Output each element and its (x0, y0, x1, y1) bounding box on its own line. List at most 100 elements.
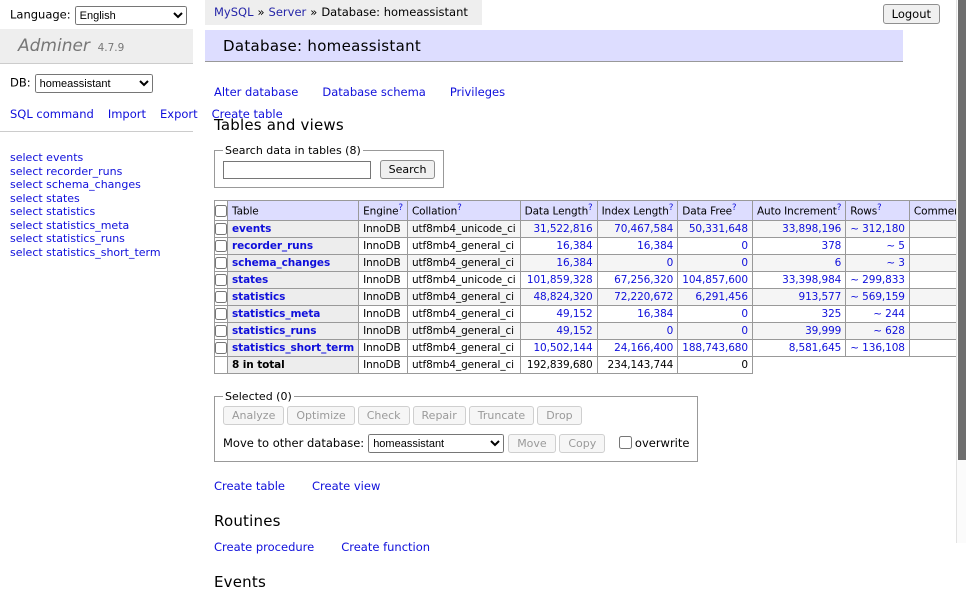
language-select[interactable]: English (75, 6, 187, 25)
index-length-link[interactable]: 72,220,672 (614, 291, 673, 303)
overwrite-checkbox[interactable] (619, 436, 632, 449)
database-action-link[interactable]: Privileges (450, 85, 505, 99)
index-length-link[interactable]: 67,256,320 (614, 274, 673, 286)
table-name-link[interactable]: states (232, 274, 268, 286)
index-length-link[interactable]: 70,467,584 (614, 223, 673, 235)
rows-count-link[interactable]: ~ 569,159 (850, 291, 905, 303)
rows-count-link[interactable]: ~ 312,180 (850, 223, 905, 235)
index-length-link[interactable]: 0 (667, 325, 674, 337)
selected-action-button[interactable]: Optimize (287, 406, 354, 425)
rows-count-link[interactable]: ~ 5 (886, 240, 905, 252)
row-checkbox[interactable] (215, 291, 227, 303)
database-action-link[interactable]: Database schema (322, 85, 425, 99)
row-checkbox[interactable] (215, 257, 227, 269)
search-button[interactable]: Search (380, 160, 436, 179)
selected-action-button[interactable]: Repair (413, 406, 466, 425)
rows-count-link[interactable]: ~ 3 (886, 257, 905, 269)
data-free-link[interactable]: 6,291,456 (695, 291, 748, 303)
table-name-link[interactable]: statistics_meta (232, 308, 320, 320)
row-checkbox[interactable] (215, 325, 227, 337)
sidebar-select-link[interactable]: select statistics_short_term (10, 246, 161, 259)
data-free-link[interactable]: 0 (741, 240, 748, 252)
column-help-link[interactable]: ? (837, 203, 841, 213)
data-free-link[interactable]: 104,857,600 (682, 274, 748, 286)
data-length-link[interactable]: 48,824,320 (533, 291, 592, 303)
data-length-link[interactable]: 16,384 (556, 240, 592, 252)
move-database-select[interactable]: homeassistant (368, 434, 504, 453)
sidebar-action-link[interactable]: Export (160, 107, 198, 121)
database-action-link[interactable]: Alter database (214, 85, 298, 99)
column-help-link[interactable]: ? (588, 203, 592, 213)
copy-button[interactable]: Copy (559, 434, 605, 453)
create-link[interactable]: Create view (312, 479, 380, 493)
rows-count-link[interactable]: ~ 244 (873, 308, 905, 320)
column-help-link[interactable]: ? (457, 203, 461, 213)
auto-increment-link[interactable]: 378 (821, 240, 841, 252)
selected-action-button[interactable]: Truncate (469, 406, 534, 425)
column-help-link[interactable]: ? (877, 203, 881, 213)
data-length-link[interactable]: 49,152 (556, 325, 592, 337)
routine-link[interactable]: Create function (341, 540, 430, 554)
data-free-link[interactable]: 0 (741, 257, 748, 269)
data-length-link[interactable]: 16,384 (556, 257, 592, 269)
auto-increment-link[interactable]: 33,898,196 (782, 223, 841, 235)
table-name-link[interactable]: statistics (232, 291, 285, 303)
auto-increment-link[interactable]: 325 (821, 308, 841, 320)
row-checkbox[interactable] (215, 240, 227, 252)
db-select[interactable]: homeassistant (35, 74, 153, 93)
breadcrumb-link-mysql[interactable]: MySQL (214, 5, 254, 19)
sidebar-select-link[interactable]: select recorder_runs (10, 165, 161, 178)
row-checkbox[interactable] (215, 223, 227, 235)
table-name-link[interactable]: schema_changes (232, 257, 330, 269)
sidebar-select-link[interactable]: select statistics_runs (10, 232, 161, 245)
index-length-link[interactable]: 16,384 (637, 240, 673, 252)
row-checkbox[interactable] (215, 342, 227, 354)
rows-count-link[interactable]: ~ 628 (873, 325, 905, 337)
logout-button[interactable]: Logout (883, 4, 940, 24)
sidebar-select-link[interactable]: select statistics (10, 205, 161, 218)
rows-count-link[interactable]: ~ 136,108 (850, 342, 905, 354)
sidebar-action-link[interactable]: SQL command (10, 107, 94, 121)
scrollbar-thumb[interactable] (958, 0, 966, 460)
data-length-link[interactable]: 10,502,144 (533, 342, 592, 354)
select-all-checkbox[interactable] (215, 205, 227, 217)
data-free-link[interactable]: 50,331,648 (689, 223, 748, 235)
auto-increment-link[interactable]: 6 (835, 257, 842, 269)
data-free-link[interactable]: 0 (741, 325, 748, 337)
data-length-link[interactable]: 31,522,816 (533, 223, 592, 235)
index-length-link[interactable]: 0 (667, 257, 674, 269)
move-button[interactable]: Move (508, 434, 556, 453)
vertical-scrollbar[interactable] (956, 0, 966, 543)
sidebar-select-link[interactable]: select events (10, 151, 161, 164)
index-length-link[interactable]: 16,384 (637, 308, 673, 320)
sidebar-action-link[interactable]: Import (108, 107, 146, 121)
auto-increment-link[interactable]: 913,577 (799, 291, 842, 303)
row-checkbox[interactable] (215, 274, 227, 286)
auto-increment-link[interactable]: 33,398,984 (782, 274, 841, 286)
column-help-link[interactable]: ? (669, 203, 673, 213)
table-name-link[interactable]: statistics_runs (232, 325, 316, 337)
data-free-link[interactable]: 188,743,680 (682, 342, 748, 354)
data-free-link[interactable]: 0 (741, 308, 748, 320)
create-link[interactable]: Create table (214, 479, 285, 493)
search-tables-input[interactable] (223, 161, 371, 179)
column-help-link[interactable]: ? (399, 203, 403, 213)
breadcrumb-link-server[interactable]: Server (269, 5, 307, 19)
selected-action-button[interactable]: Check (358, 406, 410, 425)
routine-link[interactable]: Create procedure (214, 540, 314, 554)
table-name-link[interactable]: recorder_runs (232, 240, 313, 252)
sidebar-select-link[interactable]: select states (10, 192, 161, 205)
column-help-link[interactable]: ? (732, 203, 736, 213)
row-checkbox[interactable] (215, 308, 227, 320)
data-length-link[interactable]: 49,152 (556, 308, 592, 320)
table-name-link[interactable]: statistics_short_term (232, 342, 354, 354)
selected-action-button[interactable]: Analyze (223, 406, 284, 425)
auto-increment-link[interactable]: 39,999 (805, 325, 841, 337)
rows-count-link[interactable]: ~ 299,833 (850, 274, 905, 286)
data-length-link[interactable]: 101,859,328 (527, 274, 593, 286)
sidebar-select-link[interactable]: select statistics_meta (10, 219, 161, 232)
table-name-link[interactable]: events (232, 223, 271, 235)
index-length-link[interactable]: 24,166,400 (614, 342, 673, 354)
sidebar-select-link[interactable]: select schema_changes (10, 178, 161, 191)
auto-increment-link[interactable]: 8,581,645 (789, 342, 842, 354)
